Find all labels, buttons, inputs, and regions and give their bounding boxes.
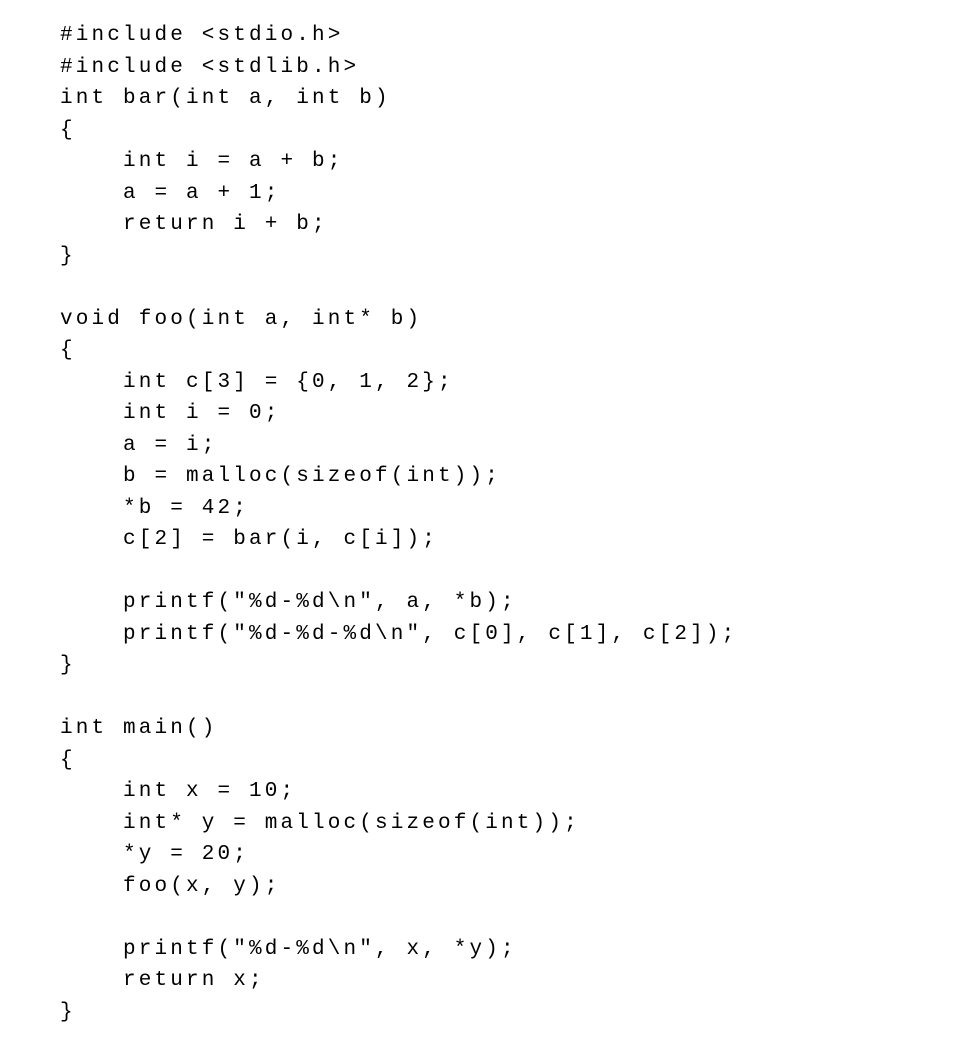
code-block: #include <stdio.h> #include <stdlib.h> i… <box>60 20 911 1028</box>
